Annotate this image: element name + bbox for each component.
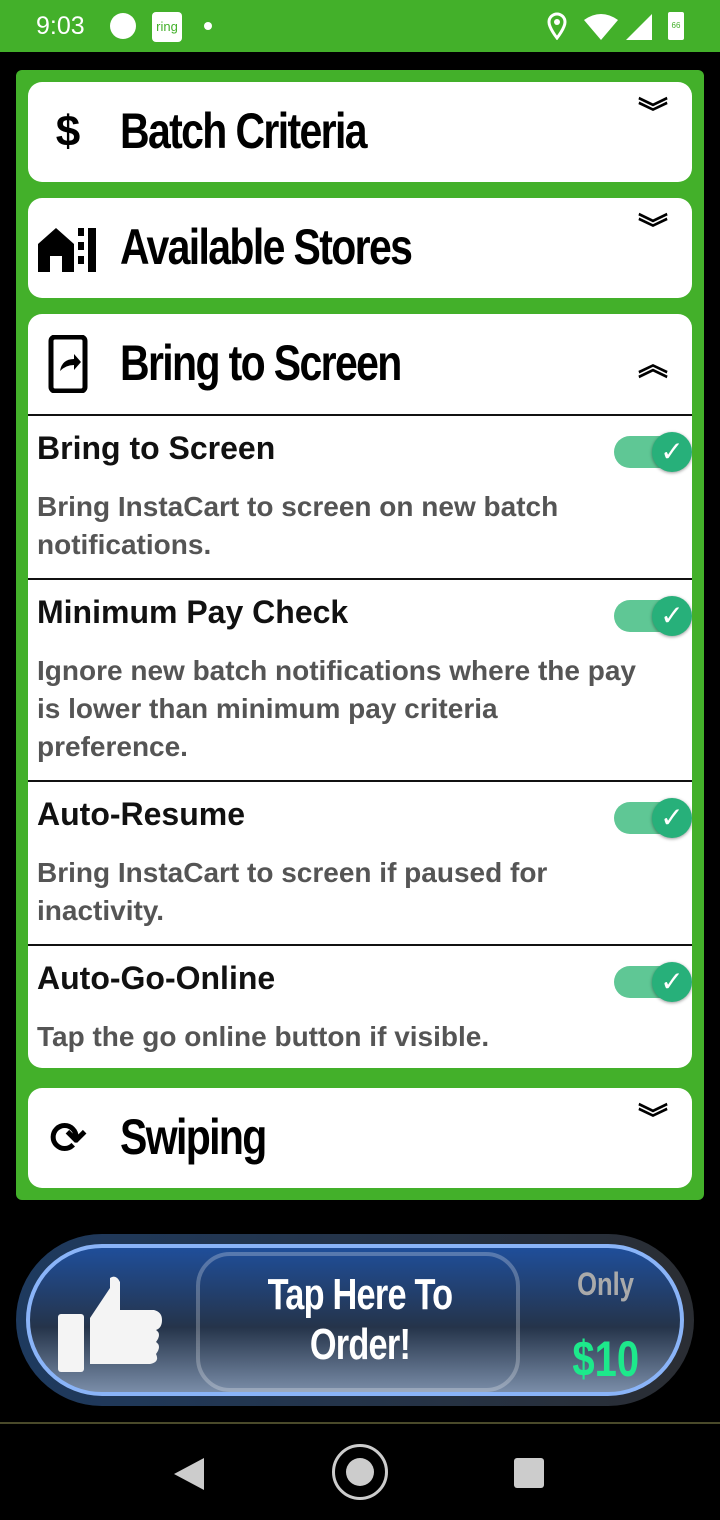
check-icon: ✓ [652,962,692,1002]
dollar-icon: $ [55,107,81,156]
store-icon [38,220,98,276]
setting-label: Bring to Screen [37,430,276,466]
section-bring-to-screen: Bring to Screen ︽ Bring to Screen ✓ Brin… [28,314,692,1068]
section-swiping[interactable]: ⟳ Swiping ︾ [28,1088,692,1188]
only-label: Only [577,1266,635,1302]
setting-description: Bring InstaCart to screen if paused for … [37,857,548,926]
bring-to-screen-toggle[interactable]: ✓ [614,432,692,472]
section-title: Available Stores [120,219,413,275]
section-available-stores[interactable]: Available Stores ︾ [28,198,692,298]
settings-panel: $ Batch Criteria ︾ Available Stores ︾ Br… [16,70,704,1200]
thumbs-up-icon [58,1276,162,1372]
signal-icon [626,14,652,40]
section-title: Batch Criteria [120,103,368,159]
chevron-down-icon[interactable]: ︾ [638,99,668,129]
auto-resume-toggle[interactable]: ✓ [614,798,692,838]
status-bar: 9:03 ring 66 [0,0,720,52]
section-batch-criteria[interactable]: $ Batch Criteria ︾ [28,82,692,182]
pause-icon [110,13,136,39]
setting-row: Auto-Resume ✓ Bring InstaCart to screen … [28,780,692,944]
setting-row: Bring to Screen ✓ Bring InstaCart to scr… [28,414,692,578]
auto-go-online-toggle[interactable]: ✓ [614,962,692,1002]
notification-dot-icon [204,22,212,30]
setting-label: Minimum Pay Check [37,594,349,630]
location-icon [547,12,567,40]
section-title: Swiping [120,1109,267,1165]
price-label: $10 [572,1331,640,1387]
check-icon: ✓ [652,798,692,838]
setting-label: Auto-Resume [37,796,246,832]
setting-label: Auto-Go-Online [37,960,276,996]
setting-description: Bring InstaCart to screen on new batch n… [37,491,559,560]
home-icon[interactable] [332,1444,388,1500]
section-title: Bring to Screen [120,335,402,391]
sync-icon: ⟳ [49,1113,87,1163]
check-icon: ✓ [652,596,692,636]
clock: 9:03 [36,12,85,40]
setting-row: Auto-Go-Online ✓ Tap the go online butto… [28,944,692,1068]
chevron-down-icon[interactable]: ︾ [638,215,668,245]
recents-icon[interactable] [514,1458,544,1488]
chevron-up-icon[interactable]: ︽ [638,351,668,381]
section-header[interactable]: Bring to Screen ︽ [28,314,692,414]
navigation-bar [0,1422,720,1520]
wifi-icon [584,14,618,40]
check-icon: ✓ [652,432,692,472]
order-banner-button[interactable]: Tap Here To Order! Only $10 [16,1234,694,1406]
back-icon[interactable] [172,1456,206,1492]
setting-description: Ignore new batch notifications where the… [37,655,636,762]
ring-icon: ring [152,12,182,42]
setting-description: Tap the go online button if visible. [37,1021,490,1052]
phone-share-icon [38,335,98,393]
minimum-pay-check-toggle[interactable]: ✓ [614,596,692,636]
chevron-down-icon[interactable]: ︾ [638,1105,668,1135]
order-cta-text: Tap Here To Order! [267,1270,453,1369]
setting-row: Minimum Pay Check ✓ Ignore new batch not… [28,578,692,780]
battery-icon: 66 [668,12,684,40]
